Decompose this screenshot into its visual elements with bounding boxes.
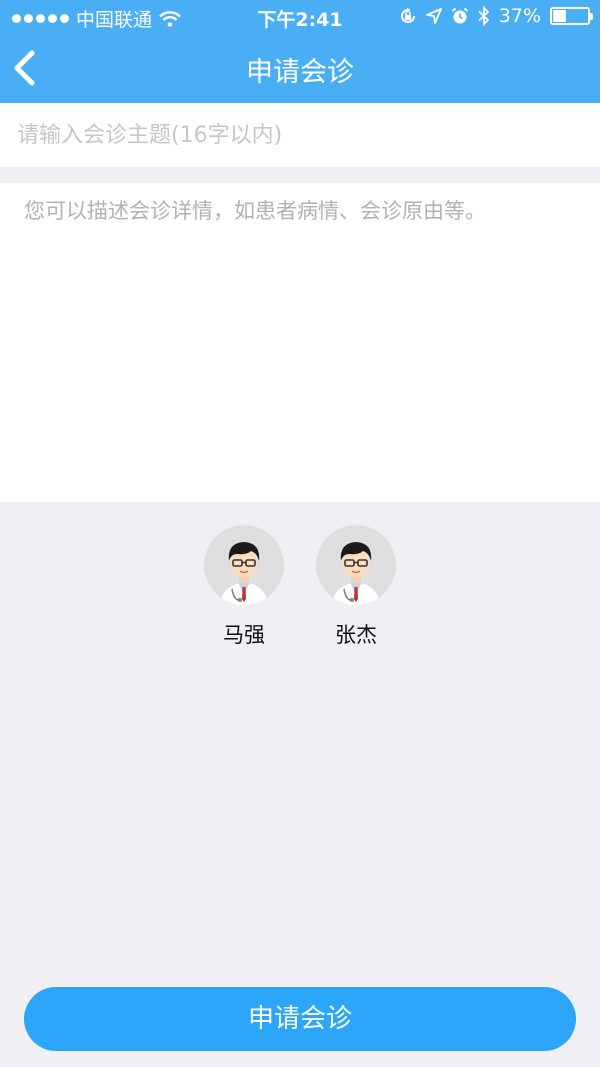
battery-fill [553, 10, 567, 22]
submit-consultation-button[interactable]: 申请会诊 [24, 987, 576, 1051]
battery-icon [550, 7, 593, 25]
location-icon [425, 8, 442, 24]
subject-input[interactable] [0, 103, 600, 167]
doctor-item[interactable]: 张杰 [316, 525, 396, 649]
bluetooth-icon [478, 6, 490, 26]
description-input[interactable] [0, 183, 600, 502]
status-bar: 中国联通 下午2:41 37% [0, 0, 600, 34]
doctor-name: 张杰 [335, 623, 377, 647]
subject-row [0, 103, 600, 167]
status-right: 37% [399, 5, 593, 27]
doctor-name: 马强 [223, 623, 265, 647]
header-bar: 中国联通 下午2:41 37% 申请会诊 [0, 0, 600, 103]
alarm-icon [451, 7, 468, 24]
battery-percent: 37% [498, 5, 541, 27]
description-box [0, 183, 600, 502]
page-title: 申请会诊 [246, 57, 354, 88]
nav-bar: 申请会诊 [0, 34, 600, 103]
doctor-avatar-icon [204, 525, 284, 605]
doctor-item[interactable]: 马强 [204, 525, 284, 649]
doctor-avatar [204, 525, 284, 605]
doctor-avatar-icon [316, 525, 396, 605]
selected-doctors: 马强 张杰 [0, 525, 600, 649]
doctor-avatar [316, 525, 396, 605]
orientation-lock-icon [400, 7, 415, 23]
